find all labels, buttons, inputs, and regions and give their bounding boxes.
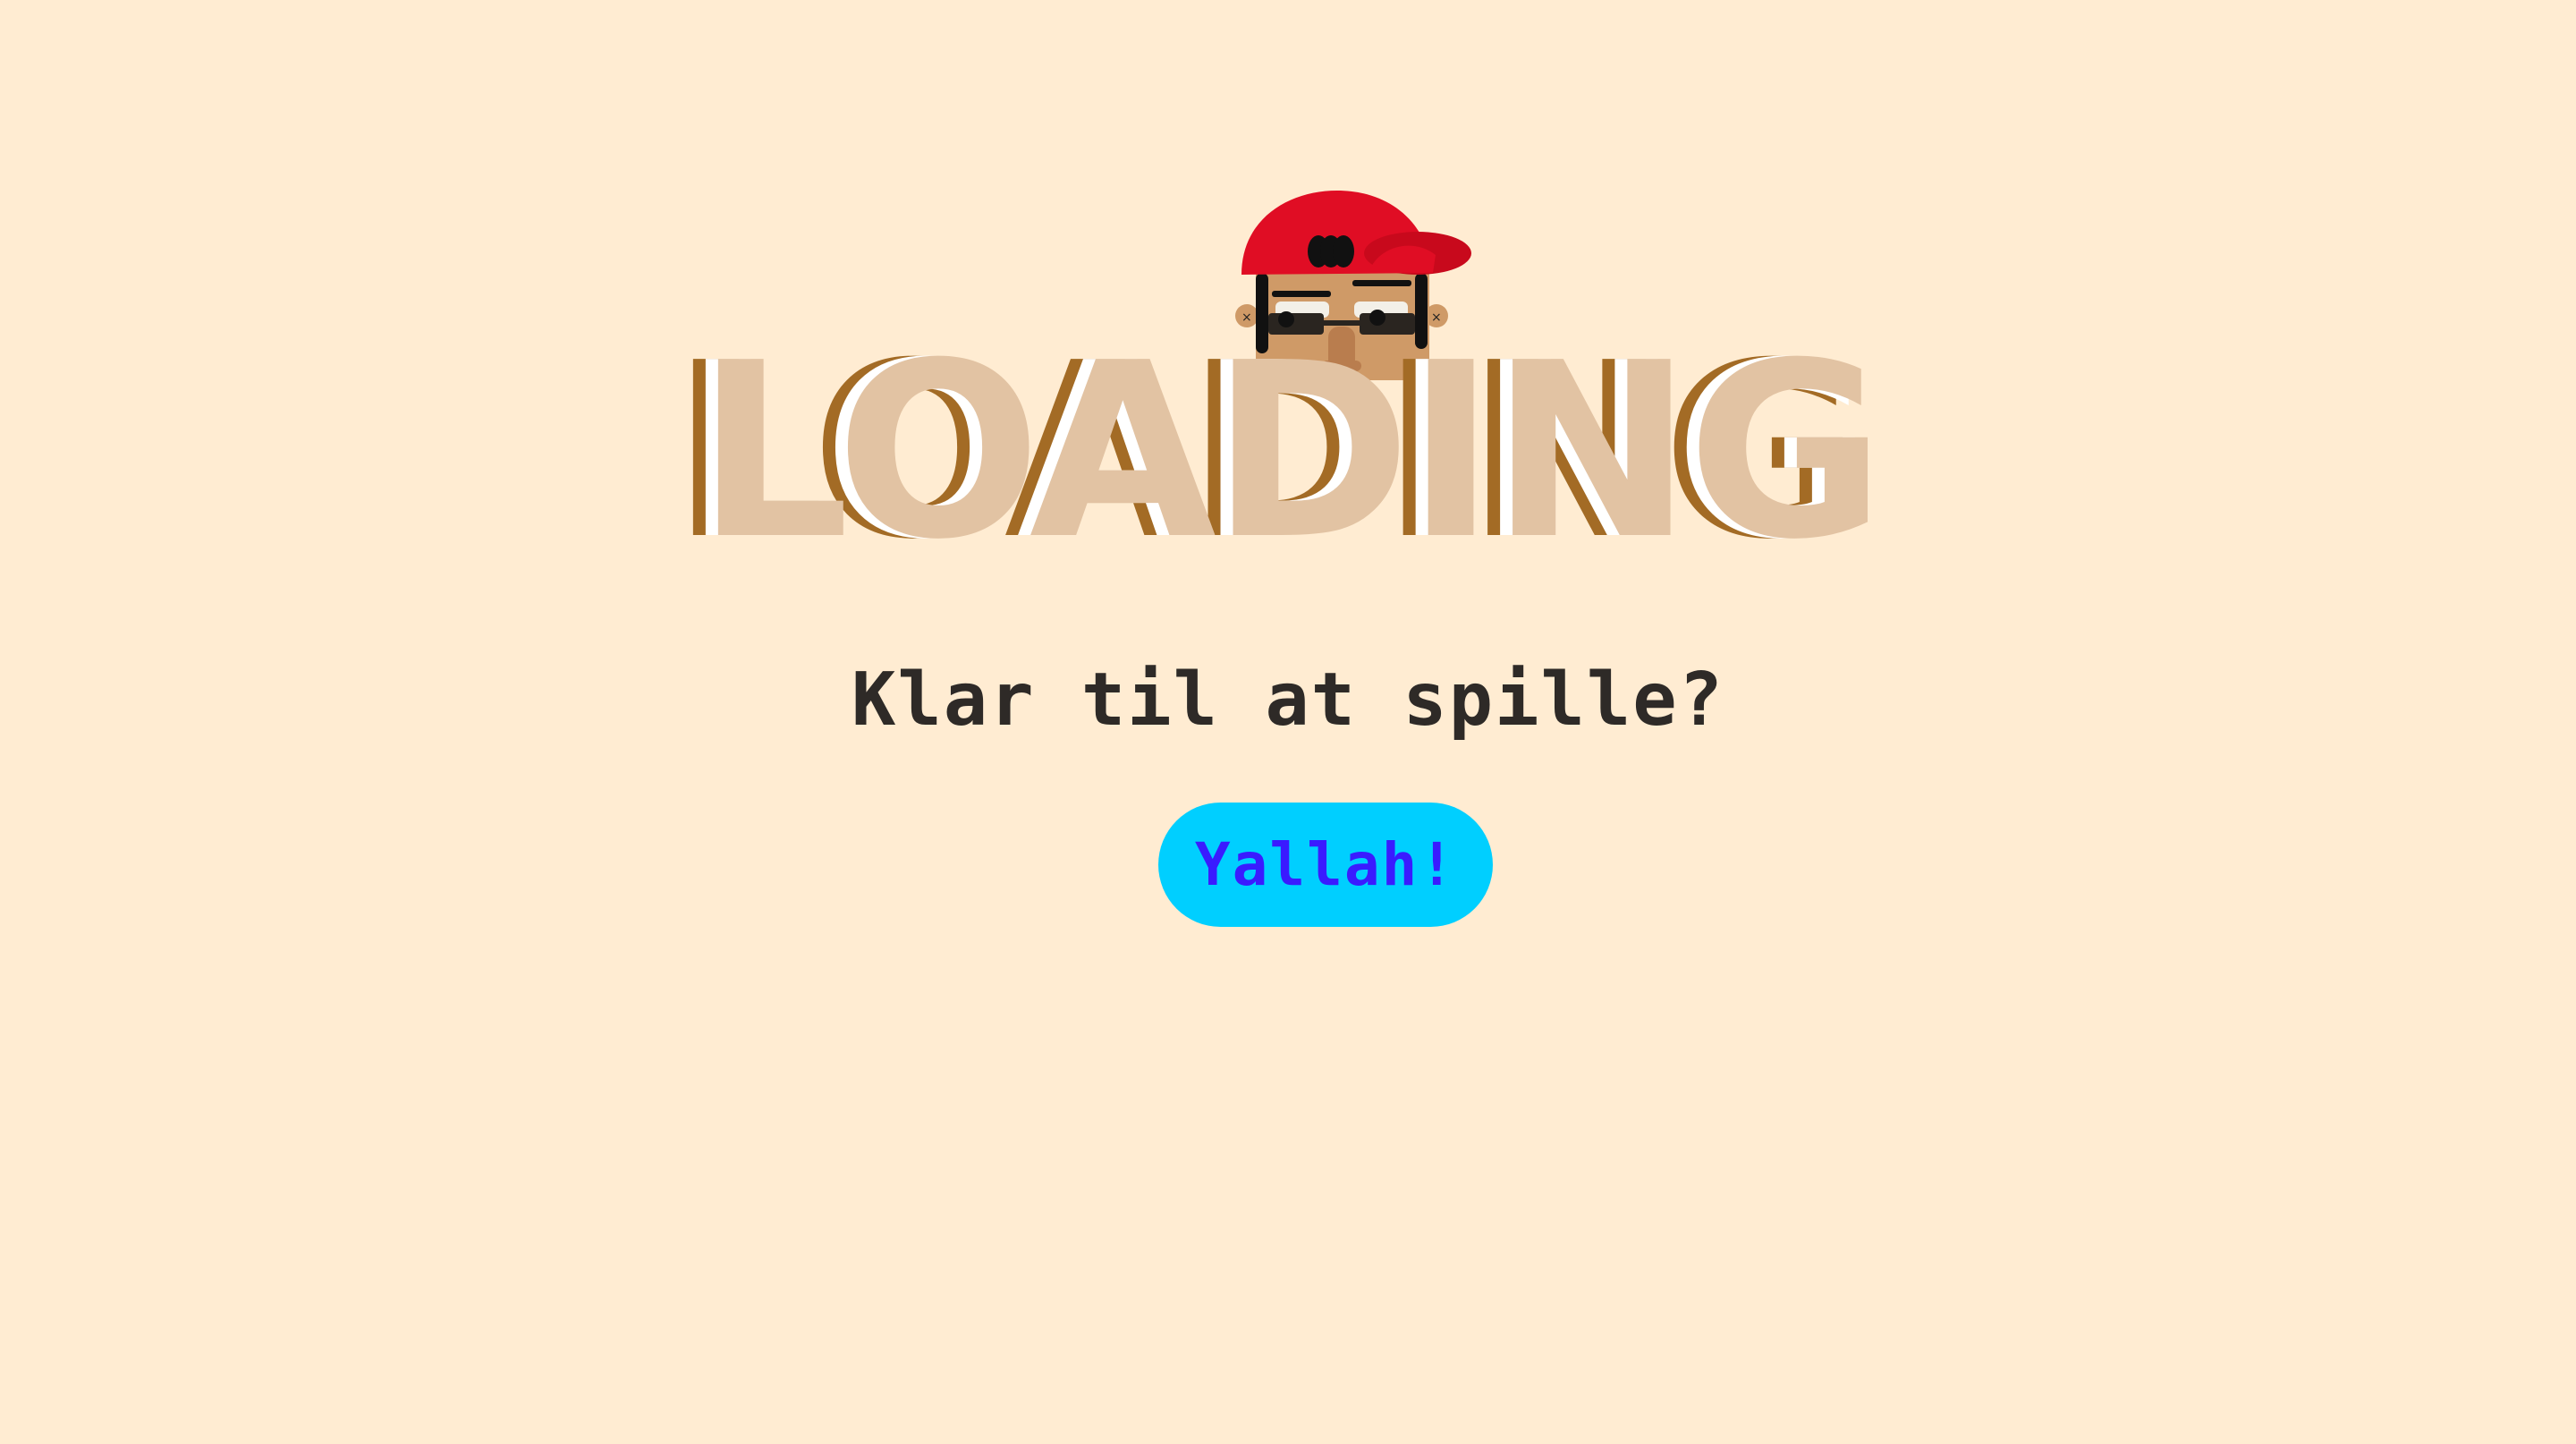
loading-title-text: LOADING [696, 310, 1885, 592]
ready-prompt: Klar til at spille? [852, 658, 1724, 743]
start-game-button[interactable]: Yallah! [1158, 803, 1493, 927]
loading-screen: × × LOADING LOADING LOADING Klar til at … [0, 0, 2576, 1444]
loading-title: LOADING LOADING LOADING [0, 331, 2576, 573]
